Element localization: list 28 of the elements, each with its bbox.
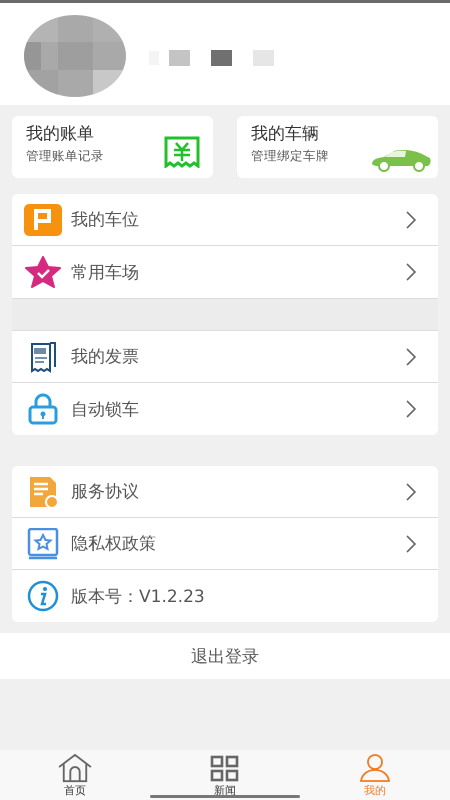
chevron-right-icon xyxy=(406,400,416,418)
shortcut-card[interactable]: 我的车辆 管理绑定车牌 xyxy=(237,116,438,178)
parking-icon xyxy=(24,204,62,236)
card-title: 我的车辆 xyxy=(251,123,319,145)
card-title: 我的账单 xyxy=(26,123,94,145)
chevron-right-icon xyxy=(406,534,416,552)
chevron-right-icon xyxy=(406,348,416,366)
menu-item[interactable]: 服务协议 xyxy=(12,466,438,518)
star-icon xyxy=(24,256,62,288)
menu-item[interactable]: 自动锁车 xyxy=(12,383,438,435)
logout-button[interactable]: 退出登录 xyxy=(0,633,450,679)
grid-icon xyxy=(209,755,241,783)
shortcut-card[interactable]: 我的账单 管理账单记录 xyxy=(12,116,213,178)
card-subtitle: 管理账单记录 xyxy=(26,148,104,165)
chevron-right-icon xyxy=(406,482,416,500)
person-icon xyxy=(359,753,391,783)
menu-item[interactable]: 常用车场 xyxy=(12,246,438,298)
home-icon xyxy=(56,753,94,783)
card-subtitle: 管理绑定车牌 xyxy=(251,148,329,165)
chevron-right-icon xyxy=(406,210,416,228)
tab[interactable]: 新闻 xyxy=(150,750,300,800)
chevron-right-icon xyxy=(406,263,416,281)
menu-item[interactable]: 隐私权政策 xyxy=(12,518,438,570)
menu-item[interactable]: 我的车位 xyxy=(12,194,438,246)
version-row: 版本号：V1.2.23 xyxy=(12,570,438,622)
yen-receipt-icon xyxy=(164,136,200,168)
tab[interactable]: 首页 xyxy=(0,750,150,800)
menu-item[interactable]: 我的发票 xyxy=(12,331,438,383)
